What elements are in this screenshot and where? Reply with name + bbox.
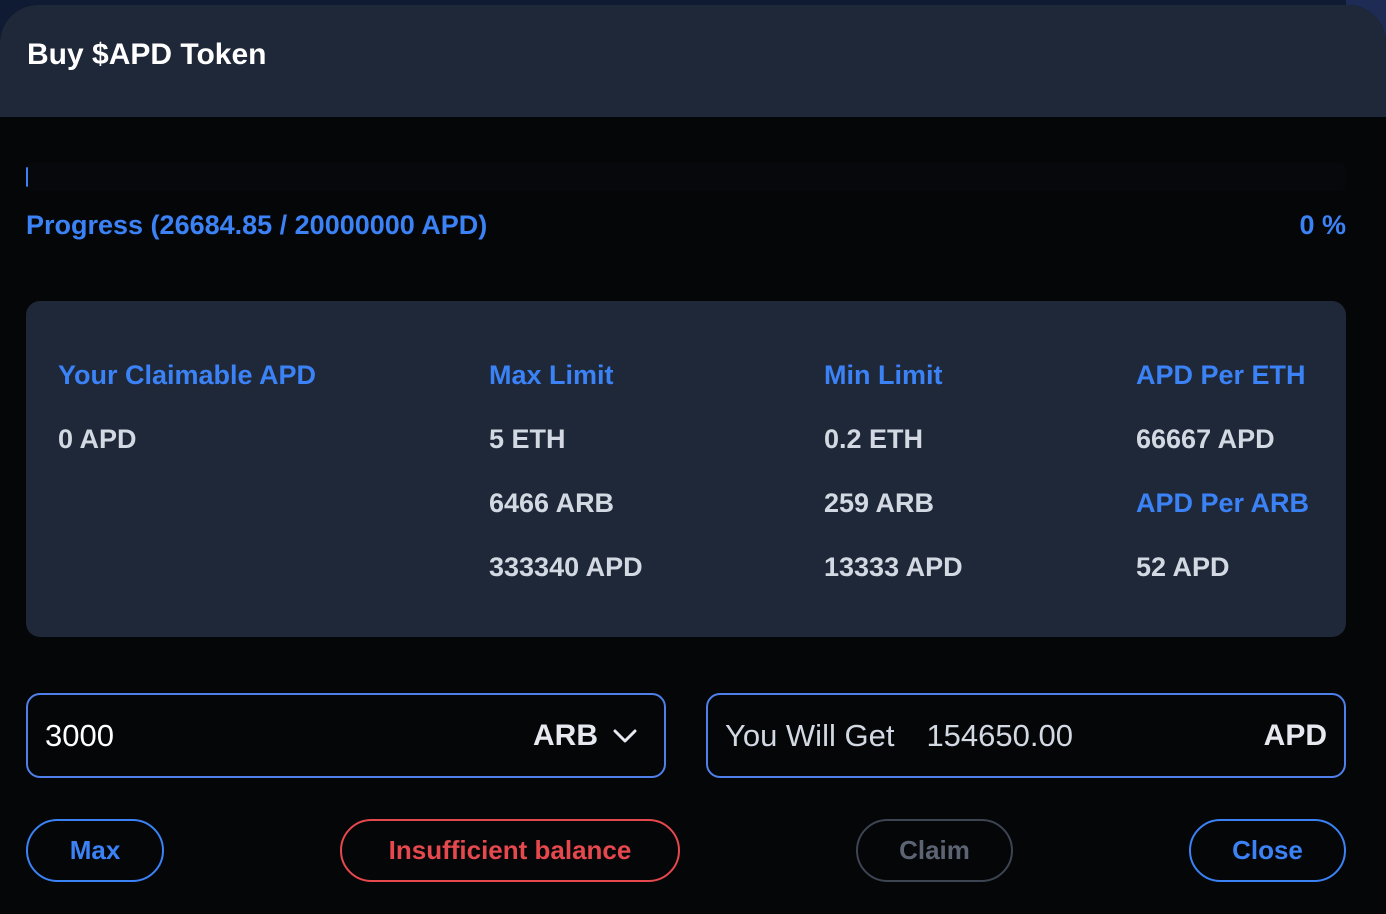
rate-column: APD Per ETH 66667 APD APD Per ARB 52 APD — [1136, 355, 1309, 611]
max-button[interactable]: Max — [26, 819, 164, 882]
min-limit-column: Min Limit 0.2 ETH 259 ARB 13333 APD — [824, 355, 963, 611]
amount-input[interactable] — [45, 717, 533, 754]
currency-label: ARB — [533, 718, 598, 752]
max-limit-apd: 333340 APD — [489, 552, 643, 582]
min-limit-apd: 13333 APD — [824, 552, 963, 582]
you-will-get-label: You Will Get — [725, 717, 895, 753]
close-button[interactable]: Close — [1189, 819, 1346, 882]
buy-token-modal: Buy $APD Token Progress (26684.85 / 2000… — [0, 5, 1386, 914]
apd-per-arb-value: 52 APD — [1136, 552, 1230, 582]
min-limit-arb: 259 ARB — [824, 488, 935, 518]
claim-button[interactable]: Claim — [856, 819, 1013, 882]
amount-field: ARB — [26, 693, 666, 778]
claimable-column: Your Claimable APD 0 APD — [58, 355, 316, 483]
max-limit-eth: 5 ETH — [489, 424, 566, 454]
min-limit-label: Min Limit — [824, 360, 943, 390]
progress-info: Progress (26684.85 / 20000000 APD) 0 % — [26, 210, 1346, 241]
progress-label: Progress (26684.85 / 20000000 APD) — [26, 210, 488, 240]
progress-bar-fill — [26, 167, 28, 187]
you-will-get-amount: 154650.00 — [926, 717, 1073, 753]
max-limit-column: Max Limit 5 ETH 6466 ARB 333340 APD — [489, 355, 643, 611]
output-field: You Will Get 154650.00 APD — [706, 693, 1346, 778]
stats-card: Your Claimable APD 0 APD Max Limit 5 ETH… — [26, 301, 1346, 637]
apd-per-eth-value: 66667 APD — [1136, 424, 1275, 454]
progress-percent: 0 % — [1299, 210, 1346, 240]
min-limit-eth: 0.2 ETH — [824, 424, 924, 454]
progress-bar — [26, 163, 1346, 191]
currency-select[interactable]: ARB — [533, 719, 638, 753]
max-limit-label: Max Limit — [489, 360, 614, 390]
claimable-label: Your Claimable APD — [58, 360, 317, 390]
modal-title: Buy $APD Token — [27, 38, 267, 71]
insufficient-balance-button[interactable]: Insufficient balance — [340, 819, 680, 882]
chevron-down-icon — [613, 729, 637, 742]
apd-per-arb-label: APD Per ARB — [1136, 488, 1310, 518]
max-limit-arb: 6466 ARB — [489, 488, 615, 518]
modal-header: Buy $APD Token — [0, 5, 1386, 117]
apd-per-eth-label: APD Per ETH — [1136, 360, 1306, 390]
output-unit: APD — [1263, 718, 1327, 752]
claimable-value: 0 APD — [58, 424, 137, 454]
